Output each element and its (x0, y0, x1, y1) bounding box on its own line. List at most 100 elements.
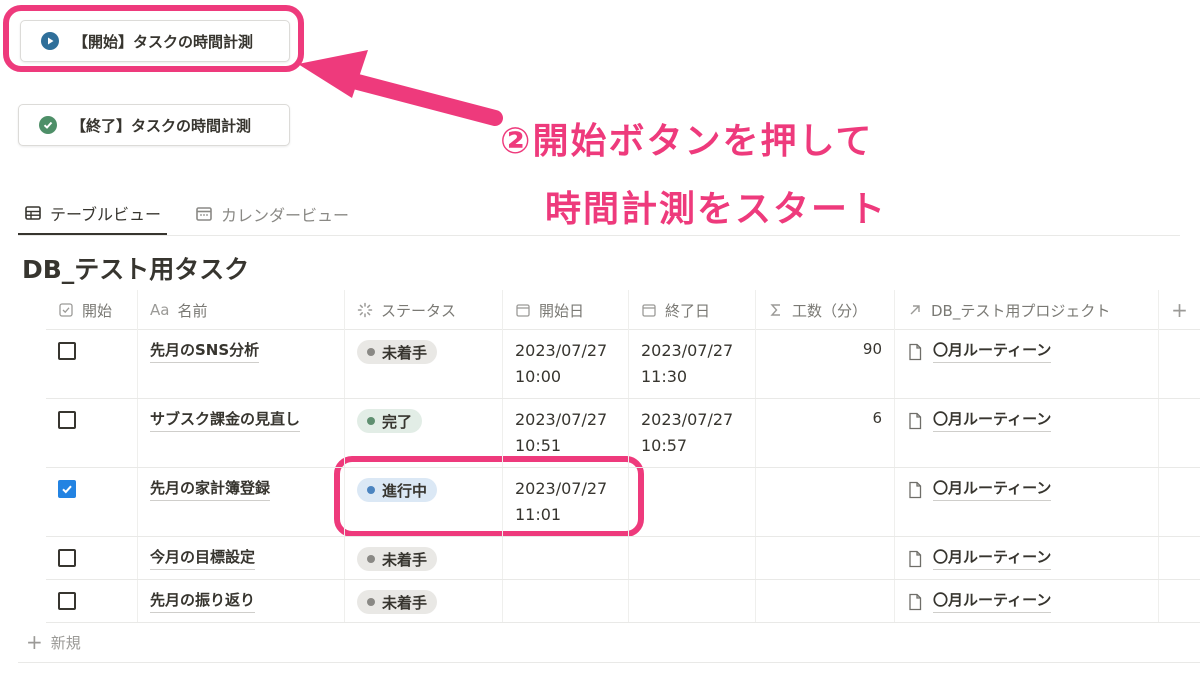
checkbox-property-icon (59, 303, 73, 317)
table-row[interactable]: 先月のSNS分析 未着手 2023/07/27 10:00 2023/07/27… (46, 330, 1200, 399)
column-header-start-date[interactable]: 開始日 (503, 290, 629, 330)
start-timer-button-label: 【開始】タスクの時間計測 (73, 32, 254, 51)
empty-cell (1159, 580, 1200, 622)
project-cell[interactable]: 〇月ルーティーン (895, 537, 1159, 579)
new-row-button[interactable]: + 新規 (26, 630, 81, 654)
project-name: 〇月ルーティーン (933, 590, 1052, 613)
name-cell[interactable]: 今月の目標設定 (138, 537, 345, 579)
project-link[interactable]: 〇月ルーティーン (907, 340, 1052, 363)
project-cell[interactable]: 〇月ルーティーン (895, 468, 1159, 536)
name-cell[interactable]: サブスク課金の見直し (138, 399, 345, 467)
column-header-end-date-label: 終了日 (665, 301, 711, 320)
tab-table-view[interactable]: テーブルビュー (18, 192, 168, 235)
empty-cell (1159, 330, 1200, 398)
start-date-cell[interactable]: 2023/07/27 10:51 (503, 399, 629, 467)
column-header-name-label: 名前 (177, 301, 208, 320)
column-header-start[interactable]: 開始 (46, 290, 138, 330)
start-date-cell[interactable]: 2023/07/27 10:00 (503, 330, 629, 398)
page-icon (909, 343, 922, 360)
tab-calendar-view[interactable]: カレンダービュー (189, 192, 355, 235)
project-cell[interactable]: 〇月ルーティーン (895, 399, 1159, 467)
start-time: 10:00 (515, 367, 562, 386)
status-badge: 完了 (357, 409, 423, 433)
start-checkbox[interactable] (58, 592, 76, 610)
status-badge: 進行中 (357, 478, 438, 502)
column-header-effort[interactable]: 工数（分） (756, 290, 895, 330)
view-tabs: テーブルビュー カレンダービュー (18, 192, 1180, 236)
play-icon (41, 32, 59, 50)
annotation-arrow-icon (298, 50, 503, 126)
status-cell[interactable]: 未着手 (345, 580, 503, 622)
table-row[interactable]: 今月の目標設定 未着手 〇月ルーティーン (46, 537, 1200, 580)
new-row-label: 新規 (50, 633, 81, 652)
column-header-start-date-label: 開始日 (539, 301, 585, 320)
project-link[interactable]: 〇月ルーティーン (907, 590, 1052, 613)
effort-value: 6 (872, 409, 882, 427)
project-cell[interactable]: 〇月ルーティーン (895, 580, 1159, 622)
end-time: 10:57 (641, 436, 688, 455)
project-name: 〇月ルーティーン (933, 478, 1052, 501)
name-cell[interactable]: 先月の家計簿登録 (138, 468, 345, 536)
table-row[interactable]: 先月の家計簿登録 進行中 2023/07/27 11:01 〇月ルーティーン (46, 468, 1200, 537)
effort-cell[interactable] (756, 580, 895, 622)
plus-icon: + (1171, 298, 1188, 322)
task-name: 今月の目標設定 (150, 547, 256, 570)
tab-table-view-label: テーブルビュー (50, 204, 162, 224)
start-date-cell[interactable] (503, 537, 629, 579)
checkmark-icon (62, 485, 72, 494)
start-date-cell[interactable]: 2023/07/27 11:01 (503, 468, 629, 536)
column-header-status[interactable]: ステータス (345, 290, 503, 330)
task-name: 先月の家計簿登録 (150, 478, 271, 501)
start-date-cell[interactable] (503, 580, 629, 622)
start-checkbox[interactable] (58, 342, 76, 360)
column-header-project[interactable]: DB_テスト用プロジェクト (895, 290, 1159, 330)
table-row[interactable]: サブスク課金の見直し 完了 2023/07/27 10:51 2023/07/2… (46, 399, 1200, 468)
name-cell[interactable]: 先月のSNS分析 (138, 330, 345, 398)
column-header-name[interactable]: Aa 名前 (138, 290, 345, 330)
end-date-cell[interactable]: 2023/07/27 10:57 (629, 399, 756, 467)
database-title: DB_テスト用タスク (22, 255, 250, 284)
project-link[interactable]: 〇月ルーティーン (907, 478, 1052, 501)
status-badge: 未着手 (357, 590, 438, 614)
effort-cell[interactable]: 6 (756, 399, 895, 467)
project-cell[interactable]: 〇月ルーティーン (895, 330, 1159, 398)
status-cell[interactable]: 進行中 (345, 468, 503, 536)
task-name: サブスク課金の見直し (150, 409, 301, 432)
date-property-icon (516, 304, 530, 317)
calendar-icon (196, 206, 212, 221)
start-checkbox-cell (46, 468, 138, 536)
tab-calendar-view-label: カレンダービュー (221, 205, 350, 225)
start-timer-button[interactable]: 【開始】タスクの時間計測 (20, 20, 290, 62)
end-date-cell[interactable] (629, 580, 756, 622)
empty-cell (1159, 399, 1200, 467)
formula-sigma-icon (770, 304, 780, 316)
add-property-button[interactable]: + (1159, 290, 1200, 330)
effort-cell[interactable] (756, 468, 895, 536)
effort-cell[interactable]: 90 (756, 330, 895, 398)
status-cell[interactable]: 完了 (345, 399, 503, 467)
start-checkbox[interactable] (58, 549, 76, 567)
column-header-end-date[interactable]: 終了日 (629, 290, 756, 330)
end-timer-button[interactable]: 【終了】タスクの時間計測 (18, 104, 290, 146)
table-row[interactable]: 先月の振り返り 未着手 〇月ルーティーン (46, 580, 1200, 623)
task-name: 先月の振り返り (150, 590, 256, 613)
page-icon (909, 593, 922, 610)
column-header-start-label: 開始 (82, 301, 113, 320)
table-header: 開始 Aa 名前 ステータス 開始日 終了日 工数（分） DB_テスト用プロジェ… (46, 290, 1200, 330)
status-cell[interactable]: 未着手 (345, 330, 503, 398)
page-icon (909, 550, 922, 567)
start-checkbox-cell (46, 399, 138, 467)
start-checkbox[interactable] (58, 411, 76, 429)
end-date-cell[interactable]: 2023/07/27 11:30 (629, 330, 756, 398)
end-time: 11:30 (641, 367, 688, 386)
name-cell[interactable]: 先月の振り返り (138, 580, 345, 622)
effort-cell[interactable] (756, 537, 895, 579)
status-badge: 未着手 (357, 547, 438, 571)
project-link[interactable]: 〇月ルーティーン (907, 547, 1052, 570)
status-cell[interactable]: 未着手 (345, 537, 503, 579)
project-link[interactable]: 〇月ルーティーン (907, 409, 1052, 432)
start-checkbox-cell (46, 580, 138, 622)
start-checkbox[interactable] (58, 480, 76, 498)
end-date-cell[interactable] (629, 537, 756, 579)
end-date-cell[interactable] (629, 468, 756, 536)
